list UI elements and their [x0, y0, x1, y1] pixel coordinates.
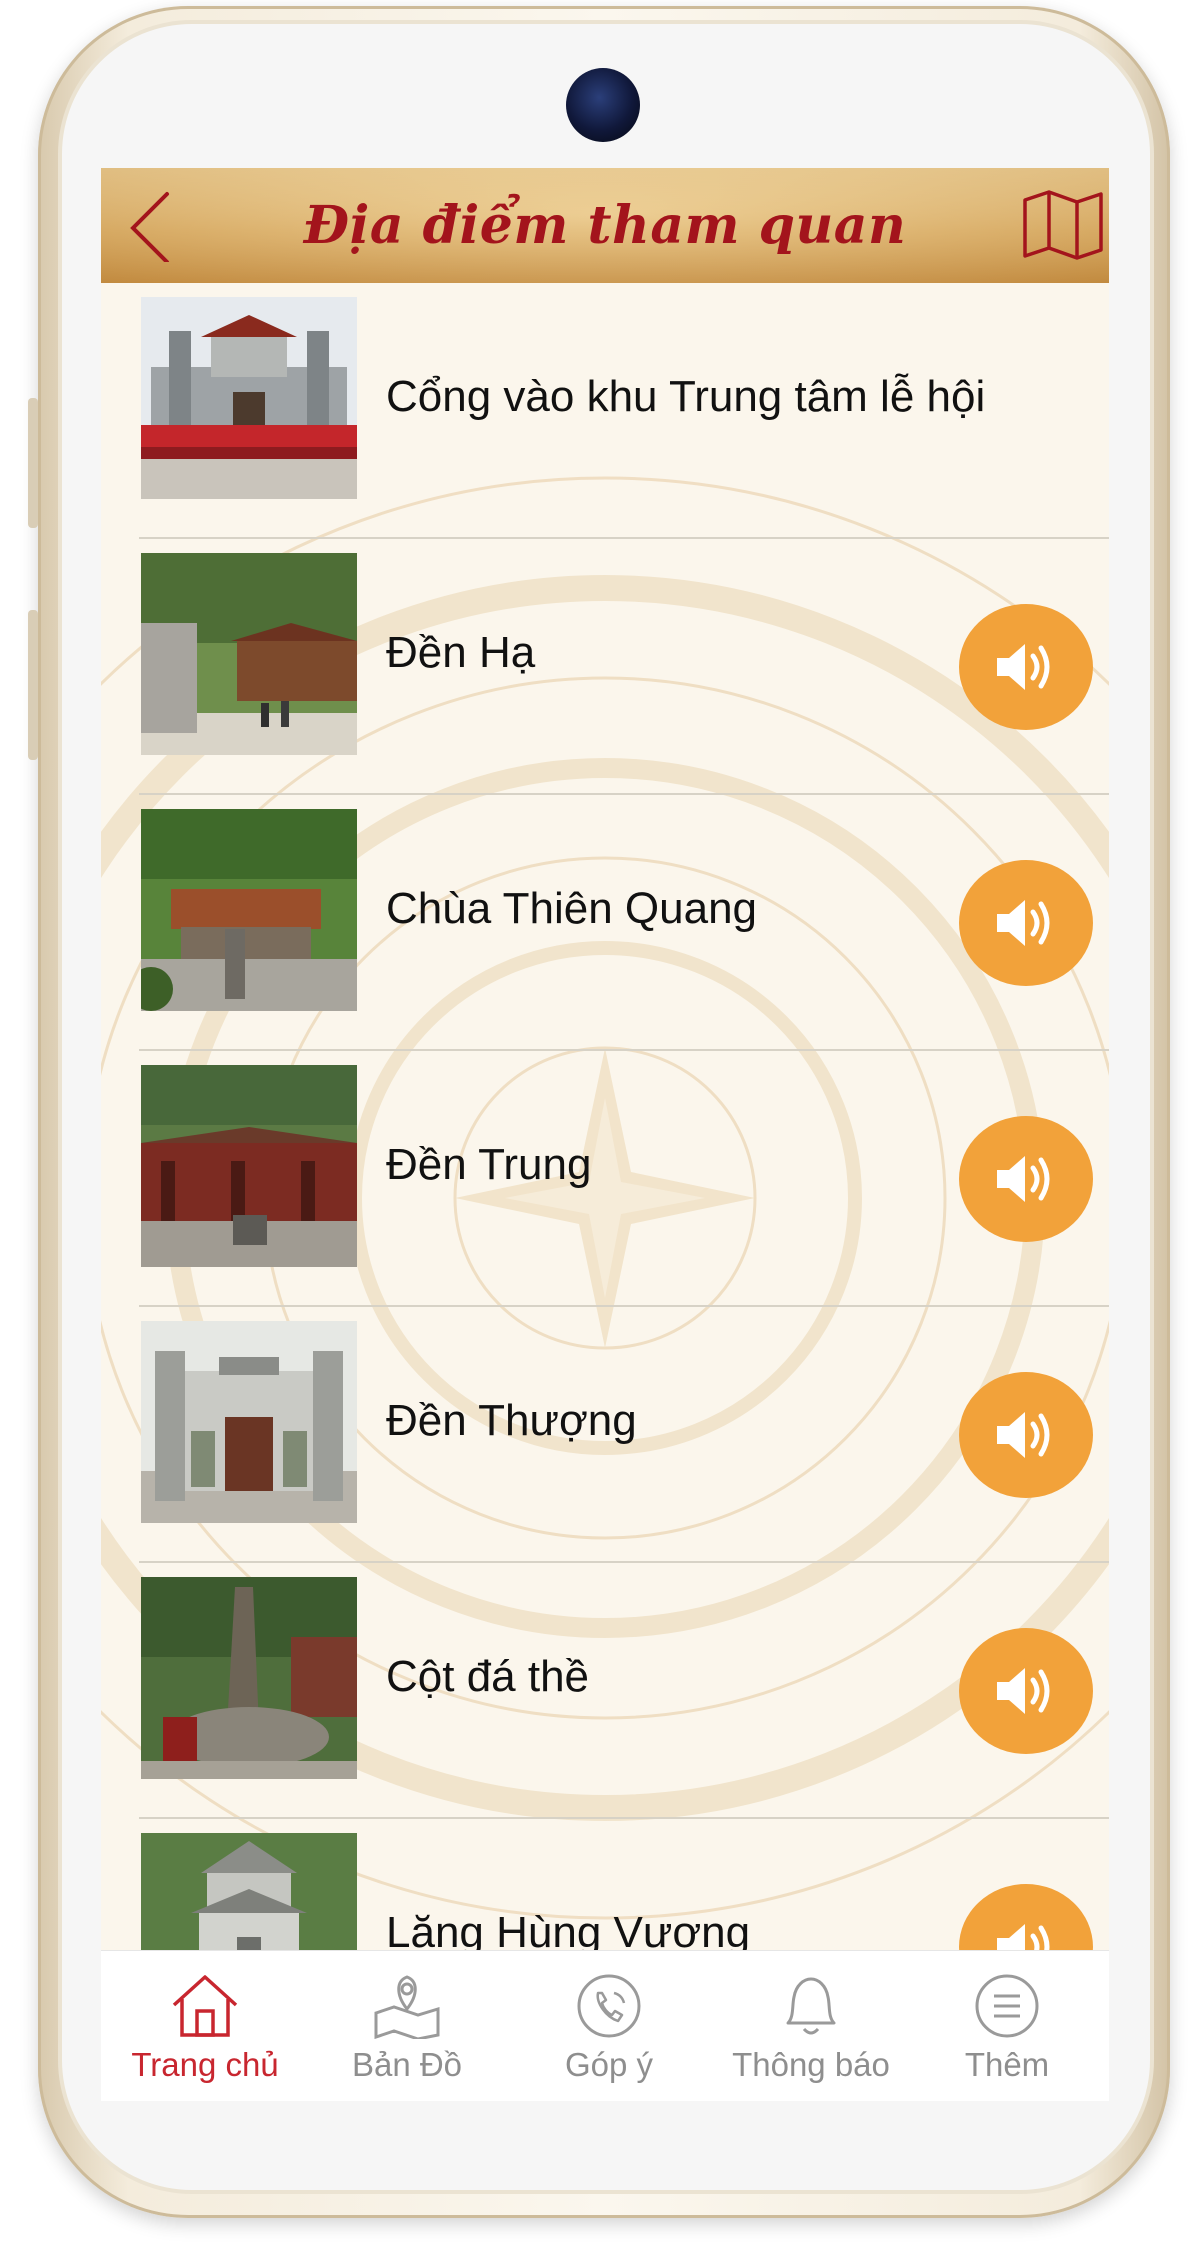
app-screen: Địa điểm tham quan Cổng vào khu Trung tâ…	[101, 168, 1109, 2101]
page-title: Địa điểm tham quan	[303, 195, 907, 256]
tab-home[interactable]: Trang chủ	[105, 1951, 305, 2101]
menu-icon	[975, 1974, 1039, 2038]
play-audio-button[interactable]	[959, 1116, 1093, 1242]
phone-icon	[577, 1974, 641, 2038]
list-item[interactable]: Chùa Thiên Quang	[101, 795, 1109, 1051]
place-name: Đền Hạ	[386, 628, 536, 677]
speaker-icon	[997, 1668, 1050, 1714]
place-thumbnail	[141, 1321, 357, 1523]
list-item[interactable]: Đền Thượng	[101, 1307, 1109, 1563]
phone-side-button	[28, 398, 38, 528]
play-audio-button[interactable]	[959, 860, 1093, 986]
place-name: Cổng vào khu Trung tâm lễ hội	[386, 372, 986, 421]
speaker-icon	[997, 1412, 1050, 1458]
home-icon	[172, 1975, 238, 2037]
front-camera	[566, 68, 640, 142]
bottom-tab-bar: Trang chủ Bản Đồ Góp ý Thông báo Thêm	[101, 1950, 1109, 2101]
tab-label: Thông báo	[732, 2046, 890, 2083]
tab-label: Thêm	[964, 2046, 1050, 2083]
place-thumbnail	[141, 1577, 357, 1779]
map-view-button[interactable]	[1021, 190, 1105, 260]
tab-feedback[interactable]: Góp ý	[509, 1951, 709, 2101]
back-button[interactable]	[123, 190, 183, 264]
place-name: Đền Trung	[386, 1140, 592, 1189]
place-thumbnail	[141, 297, 357, 499]
place-thumbnail	[141, 1065, 357, 1267]
place-name: Chùa Thiên Quang	[386, 884, 758, 933]
tab-notifications[interactable]: Thông báo	[711, 1951, 911, 2101]
header-bar: Địa điểm tham quan	[101, 168, 1109, 283]
play-audio-button[interactable]	[959, 1372, 1093, 1498]
list-item[interactable]: Cổng vào khu Trung tâm lễ hội	[101, 283, 1109, 539]
tab-map[interactable]: Bản Đồ	[307, 1951, 507, 2101]
place-thumbnail	[141, 809, 357, 1011]
chevron-left-icon	[130, 192, 169, 264]
phone-side-button	[28, 610, 38, 760]
list-item[interactable]: Cột đá thề	[101, 1563, 1109, 1819]
speaker-icon	[997, 900, 1050, 946]
bell-icon	[786, 1977, 836, 2035]
play-audio-button[interactable]	[959, 1628, 1093, 1754]
list-item[interactable]: Đền Trung	[101, 1051, 1109, 1307]
place-thumbnail	[141, 553, 357, 755]
place-name: Cột đá thề	[386, 1652, 590, 1701]
map-pin-icon	[374, 1975, 440, 2039]
place-name: Đền Thượng	[386, 1396, 637, 1445]
list-item[interactable]: Đền Hạ	[101, 539, 1109, 795]
tab-more[interactable]: Thêm	[907, 1951, 1107, 2101]
tab-label: Bản Đồ	[351, 2046, 463, 2083]
speaker-icon	[997, 644, 1050, 690]
tab-label: Trang chủ	[131, 2046, 279, 2083]
speaker-icon	[997, 1156, 1050, 1202]
folded-map-icon	[1023, 190, 1103, 260]
play-audio-button[interactable]	[959, 604, 1093, 730]
tab-label: Góp ý	[564, 2046, 654, 2083]
